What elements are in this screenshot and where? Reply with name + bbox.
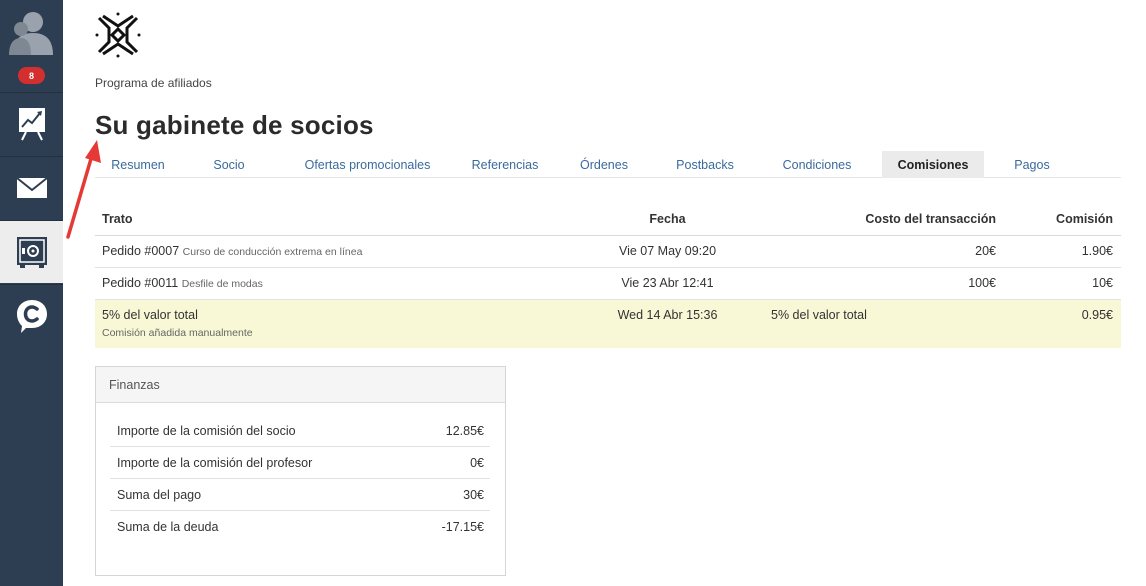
deal-commission: 1.90€: [1081, 244, 1113, 258]
commissions-table: Trato Fecha Costo del transacción Comisi…: [95, 203, 1121, 348]
header-date: Fecha: [649, 212, 686, 226]
notification-badge[interactable]: 8: [18, 67, 45, 84]
finance-value: -17.15€: [441, 520, 484, 534]
deal-note: Comisión añadida manualmente: [102, 327, 253, 339]
finance-list: Importe de la comisión del socio 12.85€ …: [110, 415, 490, 543]
tab-pagos[interactable]: Pagos: [1001, 151, 1063, 178]
finance-label: Importe de la comisión del profesor: [117, 456, 313, 470]
table-row-manual: 5% del valor total Comisión añadida manu…: [95, 300, 1121, 348]
finance-row: Importe de la comisión del socio 12.85€: [110, 415, 490, 447]
program-label: Programa de afiliados: [95, 76, 212, 90]
presentation-chart-icon: [18, 108, 45, 141]
deal-name: Pedido #0007: [102, 244, 180, 258]
tab-socio[interactable]: Socio: [195, 151, 263, 178]
header-cost: Costo del transacción: [865, 212, 996, 226]
deal-commission: 0.95€: [1081, 308, 1113, 322]
tab-postbacks[interactable]: Postbacks: [660, 151, 750, 178]
finance-panel-title: Finanzas: [96, 367, 505, 403]
tab-comisiones[interactable]: Comisiones: [882, 151, 984, 178]
header-deal: Trato: [102, 212, 133, 226]
header-commission: Comisión: [1056, 212, 1113, 226]
envelope-icon: [15, 177, 48, 198]
finance-label: Suma del pago: [117, 488, 202, 502]
user-avatar[interactable]: [0, 0, 63, 60]
deal-description: Curso de conducción extrema en línea: [182, 246, 363, 258]
sidebar-item-chat[interactable]: [0, 284, 63, 347]
snowflake-logo-icon: [95, 12, 141, 58]
tab-condiciones[interactable]: Condiciones: [767, 151, 867, 178]
finance-row: Importe de la comisión del profesor 0€: [110, 447, 490, 479]
table-row: Pedido #0011 Desfile de modas Vie 23 Abr…: [95, 268, 1121, 300]
deal-cost: 5% del valor total: [771, 308, 867, 322]
table-header: Trato Fecha Costo del transacción Comisi…: [95, 203, 1121, 236]
deal-name: Pedido #0011: [102, 276, 179, 290]
sidebar: 8: [0, 0, 63, 586]
tab-bar: Resumen Socio Ofertas promocionales Refe…: [95, 151, 1121, 178]
finance-row: Suma del pago 30€: [110, 479, 490, 511]
table-row: Pedido #0007 Curso de conducción extrema…: [95, 236, 1121, 268]
deal-commission: 10€: [1092, 276, 1113, 290]
sidebar-item-stats[interactable]: [0, 92, 63, 155]
tab-ofertas-promocionales[interactable]: Ofertas promocionales: [280, 151, 455, 178]
finance-panel: Finanzas Importe de la comisión del soci…: [95, 366, 506, 576]
page-title: Su gabinete de socios: [95, 110, 374, 140]
finance-value: 30€: [463, 488, 484, 502]
finance-row: Suma de la deuda -17.15€: [110, 511, 490, 543]
deal-cost: 20€: [975, 244, 996, 258]
finance-value: 12.85€: [445, 424, 484, 438]
finance-value: 0€: [470, 456, 484, 470]
deal-cost: 100€: [968, 276, 996, 290]
tab-resumen[interactable]: Resumen: [95, 151, 181, 178]
sidebar-item-finances[interactable]: [0, 220, 63, 283]
tab-referencias[interactable]: Referencias: [455, 151, 555, 178]
safe-icon: [16, 237, 47, 268]
avatar-placeholder-icon: [8, 12, 53, 55]
deal-date: Vie 07 May 09:20: [618, 244, 717, 258]
chat-c-icon: [16, 300, 47, 333]
brand-logo: [95, 12, 141, 58]
finance-label: Importe de la comisión del socio: [117, 424, 296, 438]
finance-label: Suma de la deuda: [117, 520, 219, 534]
deal-description: Desfile de modas: [181, 278, 263, 290]
sidebar-item-messages[interactable]: [0, 156, 63, 219]
deal-date: Vie 23 Abr 12:41: [621, 276, 714, 290]
tab-ordenes[interactable]: Órdenes: [563, 151, 645, 178]
deal-name: 5% del valor total: [102, 308, 198, 322]
deal-date: Wed 14 Abr 15:36: [617, 308, 718, 322]
